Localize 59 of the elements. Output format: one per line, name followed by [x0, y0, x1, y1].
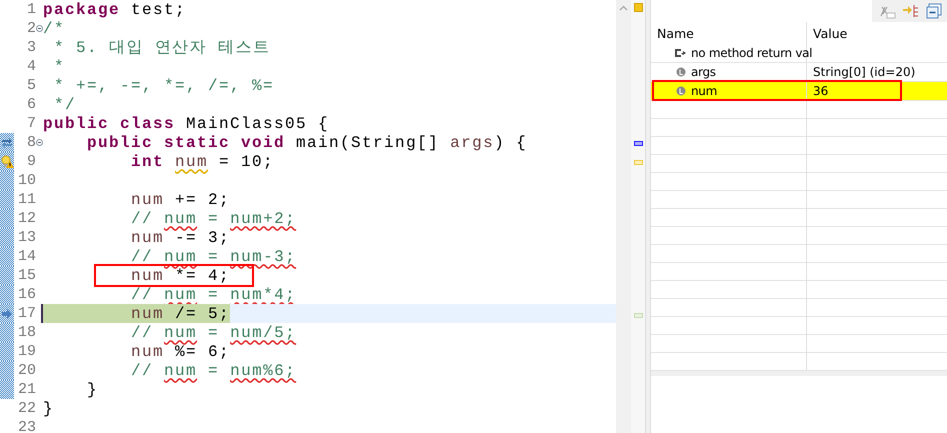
line-number: 8: [26, 134, 36, 151]
line-number: 18: [16, 324, 36, 341]
line-number: 15: [16, 267, 36, 284]
code-line: *: [53, 57, 66, 76]
code-line: num += 2;: [130, 190, 230, 209]
variable-row[interactable]: num 36: [651, 82, 947, 101]
variable-value: 36: [813, 84, 828, 98]
column-header[interactable]: Name: [657, 26, 694, 40]
line-number: 19: [16, 343, 36, 360]
line-number: 23: [16, 419, 36, 433]
line-number: 6: [26, 96, 36, 113]
local-variable-icon: [676, 67, 686, 77]
code-line: // num = num%6;: [130, 361, 296, 380]
line-number: 11: [16, 191, 36, 208]
column-header[interactable]: Value: [813, 26, 848, 40]
line-number: 14: [16, 248, 36, 265]
tree-arrow-icon[interactable]: [902, 3, 920, 19]
ruler-mark[interactable]: [634, 141, 643, 146]
code-line: */: [53, 95, 76, 114]
code-line: // num = num-3;: [130, 247, 296, 266]
line-number: 17: [16, 305, 36, 322]
line-number: 3: [26, 39, 36, 56]
code-line: num %= 6;: [130, 342, 230, 361]
line-number: 9: [26, 153, 36, 170]
line-number: 7: [26, 115, 36, 132]
line-number: 22: [16, 400, 36, 417]
variable-name: num: [691, 84, 718, 98]
code-line: num -= 3;: [130, 228, 230, 247]
line-number: 13: [16, 229, 36, 246]
line-number: 10: [16, 172, 36, 189]
line-number: 1: [26, 1, 36, 18]
code-line: * +=, -=, *=, /=, %=: [53, 76, 274, 95]
code-line: public class MainClass05 {: [43, 114, 330, 133]
line-number: 12: [16, 210, 36, 227]
line-number: 20: [16, 362, 36, 379]
line-number: 16: [16, 286, 36, 303]
code-line: }: [86, 380, 98, 399]
line-number: 5: [26, 77, 36, 94]
return-arrow-icon: [674, 48, 686, 58]
collapse-all-icon[interactable]: [926, 3, 942, 19]
local-variable-icon: [676, 86, 686, 96]
variable-value: String[0] (id=20): [813, 65, 916, 79]
line-number: 2: [26, 20, 36, 37]
code-line: int num = 10;: [130, 152, 274, 171]
code-line: // num = num/5;: [130, 323, 296, 342]
variable-name: no method return val: [691, 46, 812, 60]
code-line: }: [43, 399, 54, 418]
code-line: package test;: [43, 0, 186, 19]
code-line: * 5. 대입 연산자 테스트: [53, 38, 270, 57]
code-line: // num = num+2;: [130, 209, 296, 228]
collapse-icon[interactable]: [36, 138, 43, 147]
code-line: /*: [43, 19, 66, 38]
line-number: 4: [26, 58, 36, 75]
variable-row[interactable]: no method return val: [651, 44, 947, 63]
collapse-icon[interactable]: [36, 24, 43, 33]
code-line: public static void main(String[] args) {: [86, 133, 528, 152]
code-line: // num = num*4;: [130, 285, 296, 304]
variable-name: args: [691, 65, 716, 79]
line-number: 21: [16, 381, 36, 398]
